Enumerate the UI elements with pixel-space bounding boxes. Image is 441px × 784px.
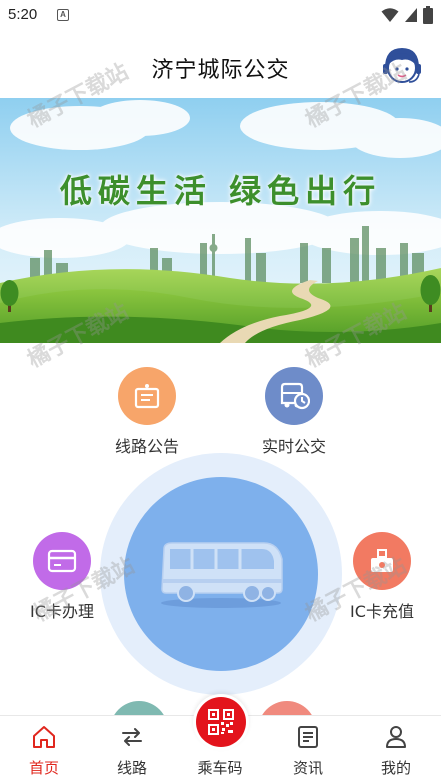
tab-ride-code-label: 乘车码 bbox=[197, 759, 243, 777]
route-notice-label: 线路公告 bbox=[114, 437, 179, 456]
realtime-bus-circle bbox=[265, 367, 323, 425]
ic-card-recharge-button[interactable]: IC卡充值 bbox=[327, 532, 437, 622]
ic-card-apply-label: IC卡办理 bbox=[30, 602, 94, 621]
status-bar: 5:20 A bbox=[0, 0, 441, 30]
home-icon bbox=[33, 726, 55, 748]
recharge-icon bbox=[371, 549, 393, 572]
notification-icon: A bbox=[57, 9, 69, 21]
tab-home[interactable]: 首页 bbox=[0, 716, 88, 784]
tab-mine[interactable]: 我的 bbox=[352, 716, 440, 784]
customer-service-avatar-icon[interactable] bbox=[379, 42, 425, 88]
ride-code-button[interactable] bbox=[193, 694, 249, 750]
banner[interactable]: 低碳生活 绿色出行 bbox=[0, 98, 441, 343]
tab-news[interactable]: 资讯 bbox=[264, 716, 352, 784]
route-notice-circle bbox=[118, 367, 176, 425]
tab-news-label: 资讯 bbox=[292, 759, 323, 777]
signal-icon bbox=[405, 8, 417, 22]
wifi-icon bbox=[381, 8, 399, 22]
tab-home-label: 首页 bbox=[28, 759, 59, 777]
ic-card-recharge-label: IC卡充值 bbox=[350, 602, 414, 621]
route-notice-button[interactable]: 线路公告 bbox=[92, 367, 202, 457]
realtime-bus-icon bbox=[280, 382, 310, 410]
bottom-tab-bar: 首页 线路 乘车码 资讯 我的 bbox=[0, 694, 441, 784]
app-header: 济宁城际公交 bbox=[0, 30, 441, 98]
tab-routes[interactable]: 线路 bbox=[88, 716, 176, 784]
tab-mine-label: 我的 bbox=[380, 759, 411, 777]
ride-code-circle bbox=[196, 697, 246, 747]
user-icon bbox=[386, 726, 406, 748]
banner-slogan: 低碳生活 绿色出行 bbox=[59, 172, 382, 210]
bottom-right-feature-circle[interactable] bbox=[258, 701, 316, 715]
page-title: 济宁城际公交 bbox=[151, 58, 290, 83]
card-icon bbox=[47, 549, 77, 573]
realtime-bus-button[interactable]: 实时公交 bbox=[239, 367, 349, 457]
notice-board-icon bbox=[134, 384, 160, 409]
status-time: 5:20 bbox=[8, 6, 38, 23]
tab-routes-label: 线路 bbox=[116, 759, 147, 777]
route-swap-icon bbox=[122, 728, 142, 746]
status-indicators bbox=[381, 6, 433, 24]
qr-code-icon bbox=[208, 709, 234, 735]
ic-card-recharge-circle bbox=[353, 532, 411, 590]
battery-icon bbox=[423, 6, 433, 24]
news-icon bbox=[298, 726, 318, 748]
ic-card-apply-button[interactable]: IC卡办理 bbox=[7, 532, 117, 622]
home-feature-area: 线路公告 实时公交 IC卡办理 IC卡充值 bbox=[0, 343, 441, 715]
realtime-bus-label: 实时公交 bbox=[261, 437, 326, 456]
bottom-left-feature-circle[interactable] bbox=[110, 701, 168, 715]
ic-card-apply-circle bbox=[33, 532, 91, 590]
bus-icon bbox=[161, 542, 283, 608]
banner-scenery bbox=[0, 98, 441, 343]
